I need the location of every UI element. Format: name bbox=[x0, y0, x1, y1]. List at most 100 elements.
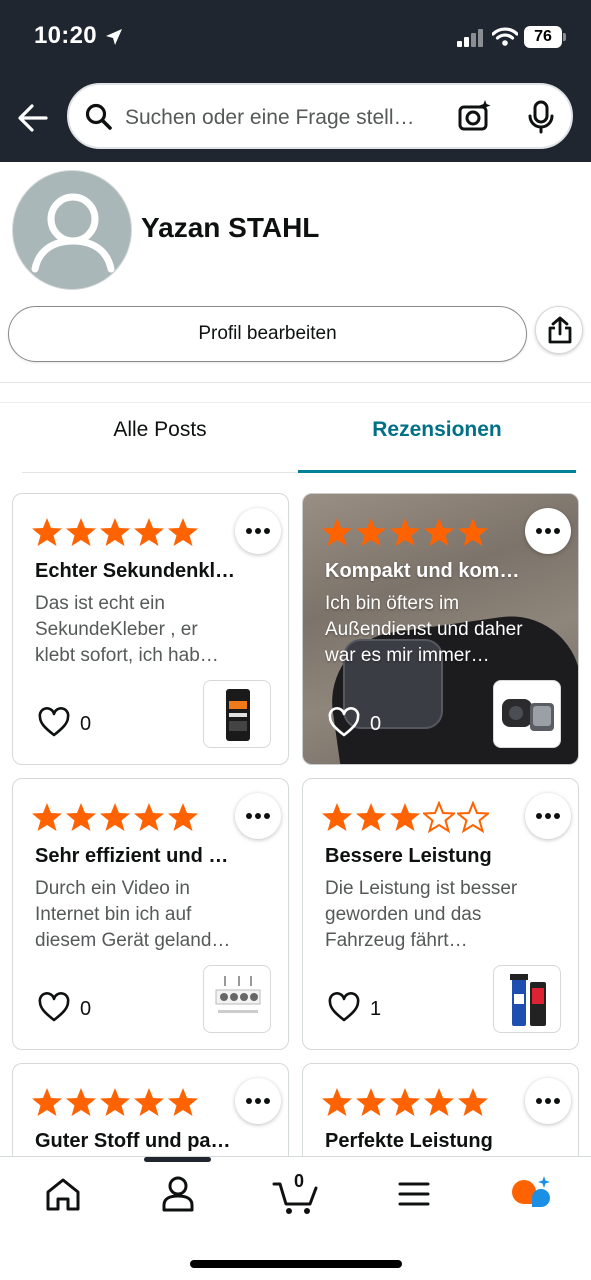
status-time: 10:20 bbox=[34, 22, 97, 49]
star-icon bbox=[99, 801, 131, 838]
star-icon bbox=[457, 516, 489, 553]
review-text: Durch ein Video in Internet bin ich auf di… bbox=[35, 876, 255, 954]
product-thumbnail[interactable] bbox=[493, 680, 561, 748]
review-title: Kompakt und kom… bbox=[325, 560, 520, 582]
more-options-button[interactable] bbox=[525, 1078, 571, 1124]
like-count: 0 bbox=[80, 998, 92, 1020]
like-count: 1 bbox=[370, 998, 382, 1020]
star-icon bbox=[133, 516, 165, 553]
heart-icon[interactable] bbox=[37, 991, 71, 1023]
star-icon bbox=[421, 800, 457, 838]
more-options-button[interactable] bbox=[525, 508, 571, 554]
more-options-button[interactable] bbox=[235, 793, 281, 839]
star-icon bbox=[389, 1086, 421, 1123]
search-bar[interactable] bbox=[67, 83, 573, 149]
review-text-line: SekundeKleber , er bbox=[35, 619, 198, 640]
star-icon bbox=[355, 801, 387, 838]
search-input[interactable] bbox=[125, 103, 445, 133]
star-icon bbox=[423, 516, 455, 553]
star-icon bbox=[455, 800, 491, 838]
heart-icon[interactable] bbox=[37, 706, 71, 738]
review-title: Sehr effizient und … bbox=[35, 845, 229, 867]
star-rating bbox=[31, 516, 199, 553]
star-rating bbox=[31, 1086, 199, 1123]
product-thumbnail[interactable] bbox=[203, 680, 271, 748]
share-button[interactable] bbox=[535, 306, 583, 354]
star-icon bbox=[321, 801, 353, 838]
cart-count: 0 bbox=[293, 1171, 304, 1191]
heart-icon[interactable] bbox=[327, 706, 361, 738]
camera-search-icon[interactable] bbox=[457, 99, 491, 133]
star-icon bbox=[31, 1086, 63, 1123]
review-text-line: Fahrzeug fährt… bbox=[325, 930, 468, 951]
tab-all-posts[interactable]: Alle Posts bbox=[22, 418, 298, 474]
star-icon bbox=[457, 1086, 489, 1123]
review-card[interactable]: Sehr effizient und … Durch ein Video in In… bbox=[12, 778, 289, 1050]
review-text: Die Leistung ist besser geworden und das F… bbox=[325, 876, 545, 954]
avatar[interactable] bbox=[12, 170, 132, 290]
microphone-icon[interactable] bbox=[527, 100, 555, 134]
star-icon bbox=[65, 1086, 97, 1123]
star-rating bbox=[31, 801, 199, 838]
star-icon bbox=[133, 801, 165, 838]
wifi-icon bbox=[492, 27, 518, 46]
more-options-button[interactable] bbox=[525, 793, 571, 839]
heart-icon[interactable] bbox=[327, 991, 361, 1023]
star-icon bbox=[389, 801, 421, 838]
tab-reviews[interactable]: Rezensionen bbox=[298, 418, 576, 474]
like-count: 0 bbox=[80, 713, 92, 735]
star-icon bbox=[389, 516, 421, 553]
like-count: 0 bbox=[370, 713, 382, 735]
section-divider bbox=[0, 402, 591, 403]
star-icon bbox=[321, 1086, 353, 1123]
rufus-icon[interactable] bbox=[506, 1172, 556, 1216]
cellular-signal-icon bbox=[457, 29, 483, 47]
profile-name: Yazan STAHL bbox=[141, 212, 320, 243]
star-icon bbox=[167, 516, 199, 553]
review-title: Guter Stoff und pa… bbox=[35, 1130, 231, 1152]
search-icon bbox=[85, 103, 112, 130]
more-options-button[interactable] bbox=[235, 1078, 281, 1124]
review-text-line: war es mir immer… bbox=[325, 645, 490, 666]
tab-underline bbox=[22, 472, 298, 473]
star-icon bbox=[31, 801, 63, 838]
review-card[interactable]: Echter Sekundenkl… Das ist echt ein Sekund… bbox=[12, 493, 289, 765]
star-icon bbox=[355, 1086, 387, 1123]
star-icon bbox=[423, 1086, 455, 1123]
star-icon bbox=[99, 1086, 131, 1123]
review-card[interactable]: Bessere Leistung Die Leistung ist besser g… bbox=[302, 778, 579, 1050]
star-rating bbox=[321, 1086, 489, 1123]
star-icon bbox=[99, 516, 131, 553]
review-text-line: Die Leistung ist besser bbox=[325, 878, 518, 899]
star-icon bbox=[133, 1086, 165, 1123]
menu-icon[interactable] bbox=[389, 1172, 439, 1216]
review-text-line: Ich bin öfters im bbox=[325, 593, 460, 614]
battery-indicator: 76 bbox=[524, 26, 562, 48]
back-arrow-icon[interactable] bbox=[16, 100, 52, 136]
location-arrow-icon bbox=[106, 29, 122, 45]
star-icon bbox=[355, 516, 387, 553]
review-title: Echter Sekundenkl… bbox=[35, 560, 236, 582]
review-text: Ich bin öfters im Außendienst und daher wa… bbox=[325, 591, 545, 669]
star-icon bbox=[65, 801, 97, 838]
star-rating bbox=[321, 516, 489, 553]
review-text-line: Außendienst und daher bbox=[325, 619, 523, 640]
review-text-line: Durch ein Video in bbox=[35, 878, 190, 899]
star-icon bbox=[167, 801, 199, 838]
review-text: Das ist echt ein SekundeKleber , er klebt … bbox=[35, 591, 255, 669]
home-indicator bbox=[190, 1260, 402, 1268]
home-icon[interactable] bbox=[38, 1172, 88, 1216]
edit-profile-button[interactable]: Profil bearbeiten bbox=[8, 306, 527, 362]
review-text-line: Internet bin ich auf bbox=[35, 904, 192, 925]
account-icon[interactable] bbox=[153, 1172, 203, 1216]
review-text-line: geworden und das bbox=[325, 904, 482, 925]
review-title: Bessere Leistung bbox=[325, 845, 492, 867]
section-divider bbox=[0, 382, 591, 383]
drag-handle[interactable] bbox=[144, 1157, 211, 1162]
review-card[interactable]: Kompakt und kom… Ich bin öfters im Außendi… bbox=[302, 493, 579, 765]
star-icon bbox=[167, 1086, 199, 1123]
review-text-line: Das ist echt ein bbox=[35, 593, 165, 614]
product-thumbnail[interactable] bbox=[203, 965, 271, 1033]
product-thumbnail[interactable] bbox=[493, 965, 561, 1033]
more-options-button[interactable] bbox=[235, 508, 281, 554]
